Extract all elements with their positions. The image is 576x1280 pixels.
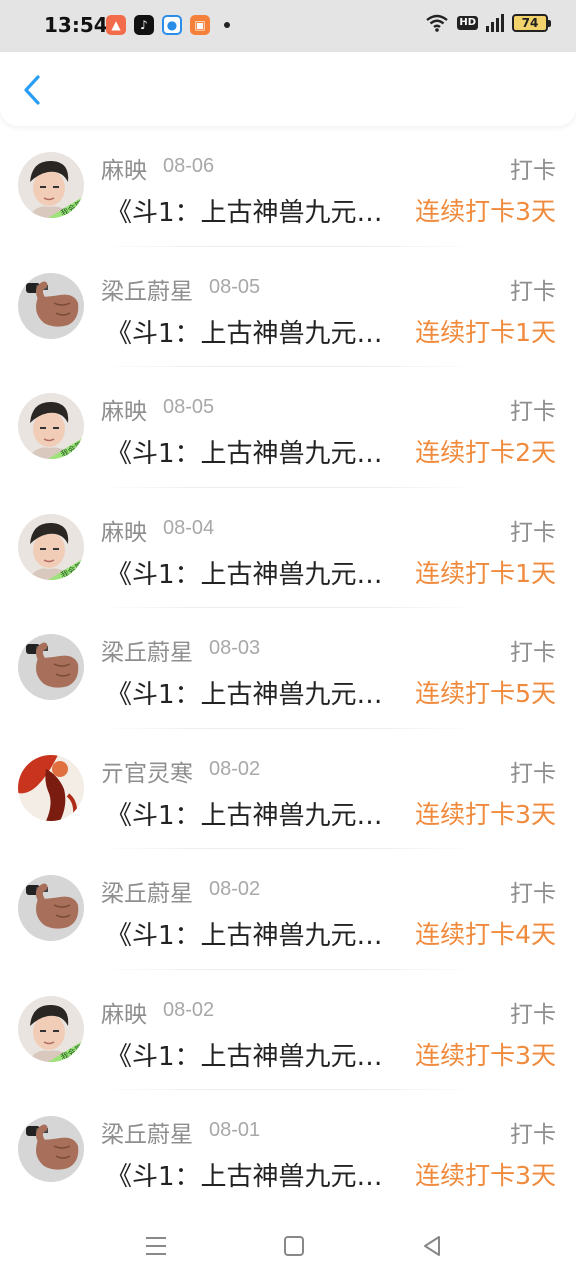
- book-title[interactable]: 《斗1：上古神兽九元素》: [106, 795, 406, 832]
- streak-text: 连续打卡5天: [415, 679, 556, 708]
- battery-level: 74: [521, 16, 539, 30]
- checkin-label: 打卡: [510, 399, 556, 425]
- checkin-label: 打卡: [510, 1001, 556, 1028]
- streak-text: 连续打卡1天: [415, 317, 556, 347]
- user-name[interactable]: 亓官灵寒: [101, 754, 193, 788]
- status-time: 13:54: [44, 13, 108, 37]
- blue-app-icon: ●: [162, 15, 182, 35]
- back-triangle-icon: [424, 1236, 440, 1256]
- streak-text: 连续打卡3天: [415, 1161, 556, 1190]
- checkin-date: 08-02: [209, 878, 261, 900]
- list-item[interactable]: 梁丘蔚星 08-02 打卡 《斗1：上古神兽九元素》 连续打卡4天: [0, 849, 576, 970]
- list-item[interactable]: 我会等你 麻映 08-06 打卡 《斗1：上古神兽九元素》 连续打卡3天: [0, 126, 576, 247]
- streak-text: 连续打卡3天: [415, 799, 556, 829]
- avatar[interactable]: [18, 754, 84, 821]
- book-title[interactable]: 《斗1：上古神兽九元素》: [106, 1036, 406, 1073]
- list-item[interactable]: 亓官灵寒 08-02 打卡 《斗1：上古神兽九元素》 连续打卡3天: [0, 729, 576, 849]
- checkin-date: 08-01: [209, 1119, 261, 1141]
- checkin-date: 08-04: [163, 516, 215, 539]
- notification-dot-icon: [224, 22, 230, 28]
- checkin-date: 08-02: [209, 757, 261, 780]
- avatar[interactable]: 我会等你: [18, 152, 84, 218]
- avatar[interactable]: 我会等你: [18, 393, 84, 459]
- status-app-icons: ▲ ♪ ● ▣: [106, 15, 230, 35]
- checkin-label: 打卡: [510, 278, 556, 305]
- book-title[interactable]: 《斗1：上古神兽九元素》: [106, 674, 406, 711]
- avatar[interactable]: 我会等你: [18, 995, 84, 1062]
- user-name[interactable]: 梁丘蔚星: [101, 874, 193, 908]
- checkin-date: 08-06: [163, 155, 215, 177]
- list-item[interactable]: 梁丘蔚星 08-05 打卡 《斗1：上古神兽九元素》 连续打卡1天: [0, 247, 576, 367]
- checkin-label: 打卡: [510, 519, 556, 546]
- avatar[interactable]: [18, 272, 84, 339]
- home-square-icon: [284, 1236, 304, 1256]
- list-item[interactable]: 我会等你 麻映 08-02 打卡 《斗1：上古神兽九元素》 连续打卡3天: [0, 970, 576, 1090]
- book-title[interactable]: 《斗1：上古神兽九元素》: [106, 915, 406, 952]
- avatar[interactable]: [18, 1116, 84, 1182]
- checkin-label: 打卡: [510, 640, 556, 666]
- list-item[interactable]: 梁丘蔚星 08-03 打卡 《斗1：上古神兽九元素》 连续打卡5天: [0, 608, 576, 729]
- status-right: HD 74: [425, 14, 551, 32]
- list-item[interactable]: 梁丘蔚星 08-01 打卡 《斗1：上古神兽九元素》 连续打卡3天: [0, 1090, 576, 1211]
- system-nav-bar: [0, 1214, 576, 1280]
- battery-icon: 74: [512, 14, 551, 32]
- list-item[interactable]: 我会等你 麻映 08-05 打卡 《斗1：上古神兽九元素》 连续打卡2天: [0, 367, 576, 488]
- checkin-date: 08-02: [163, 998, 215, 1021]
- signal-icon: [486, 14, 504, 32]
- menu-icon: [146, 1237, 166, 1255]
- book-title[interactable]: 《斗1：上古神兽九元素》: [106, 313, 406, 350]
- user-name[interactable]: 梁丘蔚星: [101, 633, 193, 667]
- user-name[interactable]: 麻映: [101, 392, 147, 426]
- book-title[interactable]: 《斗1：上古神兽九元素》: [106, 554, 406, 591]
- streak-text: 连续打卡1天: [415, 558, 556, 588]
- hd-icon: HD: [457, 16, 478, 30]
- checkin-date: 08-03: [209, 637, 261, 659]
- tiktok-icon: ♪: [134, 15, 154, 35]
- checkin-label: 打卡: [510, 1122, 556, 1148]
- checkin-date: 08-05: [163, 396, 215, 418]
- checkin-label: 打卡: [510, 158, 556, 184]
- user-name[interactable]: 梁丘蔚星: [101, 272, 193, 306]
- wifi-icon: [426, 14, 449, 32]
- chevron-left-icon: [24, 75, 40, 105]
- avatar[interactable]: 我会等你: [18, 513, 84, 580]
- book-title[interactable]: 《斗1：上古神兽九元素》: [106, 1156, 406, 1193]
- checkin-record-list: 我会等你 麻映 08-06 打卡 《斗1：上古神兽九元素》 连续打卡3天 梁丘蔚…: [0, 126, 576, 1211]
- list-item[interactable]: 我会等你 麻映 08-04 打卡 《斗1：上古神兽九元素》 连续打卡1天: [0, 488, 576, 608]
- user-name[interactable]: 麻映: [101, 513, 147, 547]
- status-bar: 13:54 ▲ ♪ ● ▣ HD 74: [0, 0, 576, 52]
- avatar[interactable]: [18, 634, 84, 700]
- streak-text: 连续打卡2天: [415, 438, 556, 467]
- checkin-date: 08-05: [209, 275, 261, 298]
- streak-text: 连续打卡3天: [415, 197, 556, 226]
- checkin-label: 打卡: [510, 760, 556, 787]
- back-nav-button[interactable]: [416, 1232, 448, 1260]
- user-name[interactable]: 麻映: [101, 995, 147, 1029]
- menu-button[interactable]: [140, 1232, 172, 1260]
- back-button[interactable]: [14, 72, 50, 108]
- avatar[interactable]: [18, 875, 84, 941]
- streak-text: 连续打卡4天: [415, 920, 556, 949]
- red-app-icon: ▲: [106, 15, 126, 35]
- user-name[interactable]: 麻映: [101, 151, 147, 185]
- checkin-label: 打卡: [510, 881, 556, 907]
- user-name[interactable]: 梁丘蔚星: [101, 1115, 193, 1149]
- home-button[interactable]: [278, 1232, 310, 1260]
- book-title[interactable]: 《斗1：上古神兽九元素》: [106, 192, 406, 229]
- book-title[interactable]: 《斗1：上古神兽九元素》: [106, 433, 406, 470]
- orange-book-icon: ▣: [190, 15, 210, 35]
- streak-text: 连续打卡3天: [415, 1040, 556, 1070]
- top-app-bar: [0, 52, 576, 126]
